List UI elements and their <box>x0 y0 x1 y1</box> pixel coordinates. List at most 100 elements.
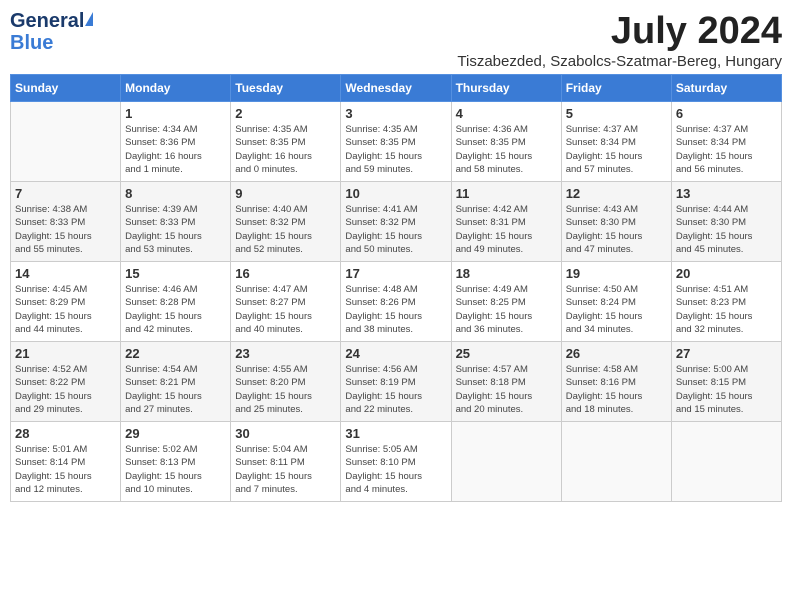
day-number: 3 <box>345 106 446 121</box>
calendar-cell: 4 Sunrise: 4:36 AM Sunset: 8:35 PM Daylig… <box>451 102 561 182</box>
calendar-cell <box>561 422 671 502</box>
day-info: Sunrise: 4:49 AM Sunset: 8:25 PM Dayligh… <box>456 283 557 336</box>
day-info: Sunrise: 5:00 AM Sunset: 8:15 PM Dayligh… <box>676 363 777 416</box>
calendar-body: 1 Sunrise: 4:34 AM Sunset: 8:36 PM Daylig… <box>11 102 782 502</box>
day-info: Sunrise: 4:35 AM Sunset: 8:35 PM Dayligh… <box>345 123 446 176</box>
calendar-cell: 21Sunrise: 4:52 AM Sunset: 8:22 PM Dayli… <box>11 342 121 422</box>
calendar-cell: 23 Sunrise: 4:55 AM Sunset: 8:20 PM Dayli… <box>231 342 341 422</box>
calendar-cell: 13 Sunrise: 4:44 AM Sunset: 8:30 PM Dayli… <box>671 182 781 262</box>
calendar-cell: 11Sunrise: 4:42 AM Sunset: 8:31 PM Dayli… <box>451 182 561 262</box>
day-info: Sunrise: 4:56 AM Sunset: 8:19 PM Dayligh… <box>345 363 446 416</box>
day-number: 16 <box>235 266 336 281</box>
month-title: July 2024 <box>457 10 782 53</box>
day-info: Sunrise: 4:44 AM Sunset: 8:30 PM Dayligh… <box>676 203 777 256</box>
day-number: 30 <box>235 426 336 441</box>
calendar-cell: 22 Sunrise: 4:54 AM Sunset: 8:21 PM Dayli… <box>121 342 231 422</box>
calendar-cell: 6Sunrise: 4:37 AM Sunset: 8:34 PM Daylig… <box>671 102 781 182</box>
day-number: 18 <box>456 266 557 281</box>
day-info: Sunrise: 4:57 AM Sunset: 8:18 PM Dayligh… <box>456 363 557 416</box>
day-number: 20 <box>676 266 777 281</box>
header-day-sunday: Sunday <box>11 75 121 102</box>
calendar-cell <box>671 422 781 502</box>
calendar-cell: 25 Sunrise: 4:57 AM Sunset: 8:18 PM Dayli… <box>451 342 561 422</box>
day-number: 13 <box>676 186 777 201</box>
calendar-cell: 29 Sunrise: 5:02 AM Sunset: 8:13 PM Dayli… <box>121 422 231 502</box>
day-number: 25 <box>456 346 557 361</box>
day-info: Sunrise: 4:58 AM Sunset: 8:16 PM Dayligh… <box>566 363 667 416</box>
day-info: Sunrise: 5:01 AM Sunset: 8:14 PM Dayligh… <box>15 443 116 496</box>
header-day-monday: Monday <box>121 75 231 102</box>
day-info: Sunrise: 4:35 AM Sunset: 8:35 PM Dayligh… <box>235 123 336 176</box>
week-row-3: 14Sunrise: 4:45 AM Sunset: 8:29 PM Dayli… <box>11 262 782 342</box>
calendar-cell: 24 Sunrise: 4:56 AM Sunset: 8:19 PM Dayli… <box>341 342 451 422</box>
calendar-cell: 8Sunrise: 4:39 AM Sunset: 8:33 PM Daylig… <box>121 182 231 262</box>
day-info: Sunrise: 5:05 AM Sunset: 8:10 PM Dayligh… <box>345 443 446 496</box>
day-info: Sunrise: 4:36 AM Sunset: 8:35 PM Dayligh… <box>456 123 557 176</box>
day-number: 4 <box>456 106 557 121</box>
calendar-header: SundayMondayTuesdayWednesdayThursdayFrid… <box>11 75 782 102</box>
title-block: July 2024 Tiszabezded, Szabolcs-Szatmar-… <box>457 10 782 70</box>
calendar-cell: 10 Sunrise: 4:41 AM Sunset: 8:32 PM Dayli… <box>341 182 451 262</box>
day-number: 19 <box>566 266 667 281</box>
calendar-cell: 14Sunrise: 4:45 AM Sunset: 8:29 PM Dayli… <box>11 262 121 342</box>
calendar-cell: 20 Sunrise: 4:51 AM Sunset: 8:23 PM Dayli… <box>671 262 781 342</box>
day-info: Sunrise: 4:38 AM Sunset: 8:33 PM Dayligh… <box>15 203 116 256</box>
calendar-cell: 5Sunrise: 4:37 AM Sunset: 8:34 PM Daylig… <box>561 102 671 182</box>
day-info: Sunrise: 4:42 AM Sunset: 8:31 PM Dayligh… <box>456 203 557 256</box>
calendar-cell <box>451 422 561 502</box>
day-number: 24 <box>345 346 446 361</box>
day-number: 29 <box>125 426 226 441</box>
header-row: SundayMondayTuesdayWednesdayThursdayFrid… <box>11 75 782 102</box>
day-info: Sunrise: 4:55 AM Sunset: 8:20 PM Dayligh… <box>235 363 336 416</box>
day-number: 10 <box>345 186 446 201</box>
calendar-cell <box>11 102 121 182</box>
day-number: 9 <box>235 186 336 201</box>
day-number: 26 <box>566 346 667 361</box>
day-info: Sunrise: 4:47 AM Sunset: 8:27 PM Dayligh… <box>235 283 336 336</box>
day-number: 31 <box>345 426 446 441</box>
location: Tiszabezded, Szabolcs-Szatmar-Bereg, Hun… <box>457 53 782 70</box>
calendar-cell: 18 Sunrise: 4:49 AM Sunset: 8:25 PM Dayli… <box>451 262 561 342</box>
day-number: 15 <box>125 266 226 281</box>
day-number: 7 <box>15 186 116 201</box>
day-number: 22 <box>125 346 226 361</box>
calendar-cell: 19 Sunrise: 4:50 AM Sunset: 8:24 PM Dayli… <box>561 262 671 342</box>
calendar-table: SundayMondayTuesdayWednesdayThursdayFrid… <box>10 74 782 502</box>
calendar-cell: 2 Sunrise: 4:35 AM Sunset: 8:35 PM Daylig… <box>231 102 341 182</box>
day-info: Sunrise: 4:48 AM Sunset: 8:26 PM Dayligh… <box>345 283 446 336</box>
calendar-cell: 16 Sunrise: 4:47 AM Sunset: 8:27 PM Dayli… <box>231 262 341 342</box>
day-info: Sunrise: 4:51 AM Sunset: 8:23 PM Dayligh… <box>676 283 777 336</box>
day-number: 21 <box>15 346 116 361</box>
logo-icon <box>85 12 93 26</box>
day-info: Sunrise: 4:41 AM Sunset: 8:32 PM Dayligh… <box>345 203 446 256</box>
day-number: 2 <box>235 106 336 121</box>
day-info: Sunrise: 4:50 AM Sunset: 8:24 PM Dayligh… <box>566 283 667 336</box>
day-info: Sunrise: 5:02 AM Sunset: 8:13 PM Dayligh… <box>125 443 226 496</box>
day-number: 23 <box>235 346 336 361</box>
day-info: Sunrise: 4:40 AM Sunset: 8:32 PM Dayligh… <box>235 203 336 256</box>
day-info: Sunrise: 4:34 AM Sunset: 8:36 PM Dayligh… <box>125 123 226 176</box>
day-number: 5 <box>566 106 667 121</box>
day-info: Sunrise: 4:54 AM Sunset: 8:21 PM Dayligh… <box>125 363 226 416</box>
calendar-cell: 28 Sunrise: 5:01 AM Sunset: 8:14 PM Dayli… <box>11 422 121 502</box>
calendar-cell: 27Sunrise: 5:00 AM Sunset: 8:15 PM Dayli… <box>671 342 781 422</box>
day-info: Sunrise: 4:43 AM Sunset: 8:30 PM Dayligh… <box>566 203 667 256</box>
day-info: Sunrise: 4:39 AM Sunset: 8:33 PM Dayligh… <box>125 203 226 256</box>
calendar-cell: 17 Sunrise: 4:48 AM Sunset: 8:26 PM Dayli… <box>341 262 451 342</box>
day-number: 28 <box>15 426 116 441</box>
logo-blue: Blue <box>10 32 93 54</box>
day-number: 6 <box>676 106 777 121</box>
calendar-cell: 9 Sunrise: 4:40 AM Sunset: 8:32 PM Daylig… <box>231 182 341 262</box>
calendar-cell: 31 Sunrise: 5:05 AM Sunset: 8:10 PM Dayli… <box>341 422 451 502</box>
day-number: 17 <box>345 266 446 281</box>
day-number: 1 <box>125 106 226 121</box>
week-row-4: 21Sunrise: 4:52 AM Sunset: 8:22 PM Dayli… <box>11 342 782 422</box>
calendar-cell: 12 Sunrise: 4:43 AM Sunset: 8:30 PM Dayli… <box>561 182 671 262</box>
header-day-wednesday: Wednesday <box>341 75 451 102</box>
day-number: 12 <box>566 186 667 201</box>
day-info: Sunrise: 5:04 AM Sunset: 8:11 PM Dayligh… <box>235 443 336 496</box>
logo: General Blue <box>10 10 93 54</box>
day-info: Sunrise: 4:45 AM Sunset: 8:29 PM Dayligh… <box>15 283 116 336</box>
calendar-cell: 30 Sunrise: 5:04 AM Sunset: 8:11 PM Dayli… <box>231 422 341 502</box>
header-day-friday: Friday <box>561 75 671 102</box>
